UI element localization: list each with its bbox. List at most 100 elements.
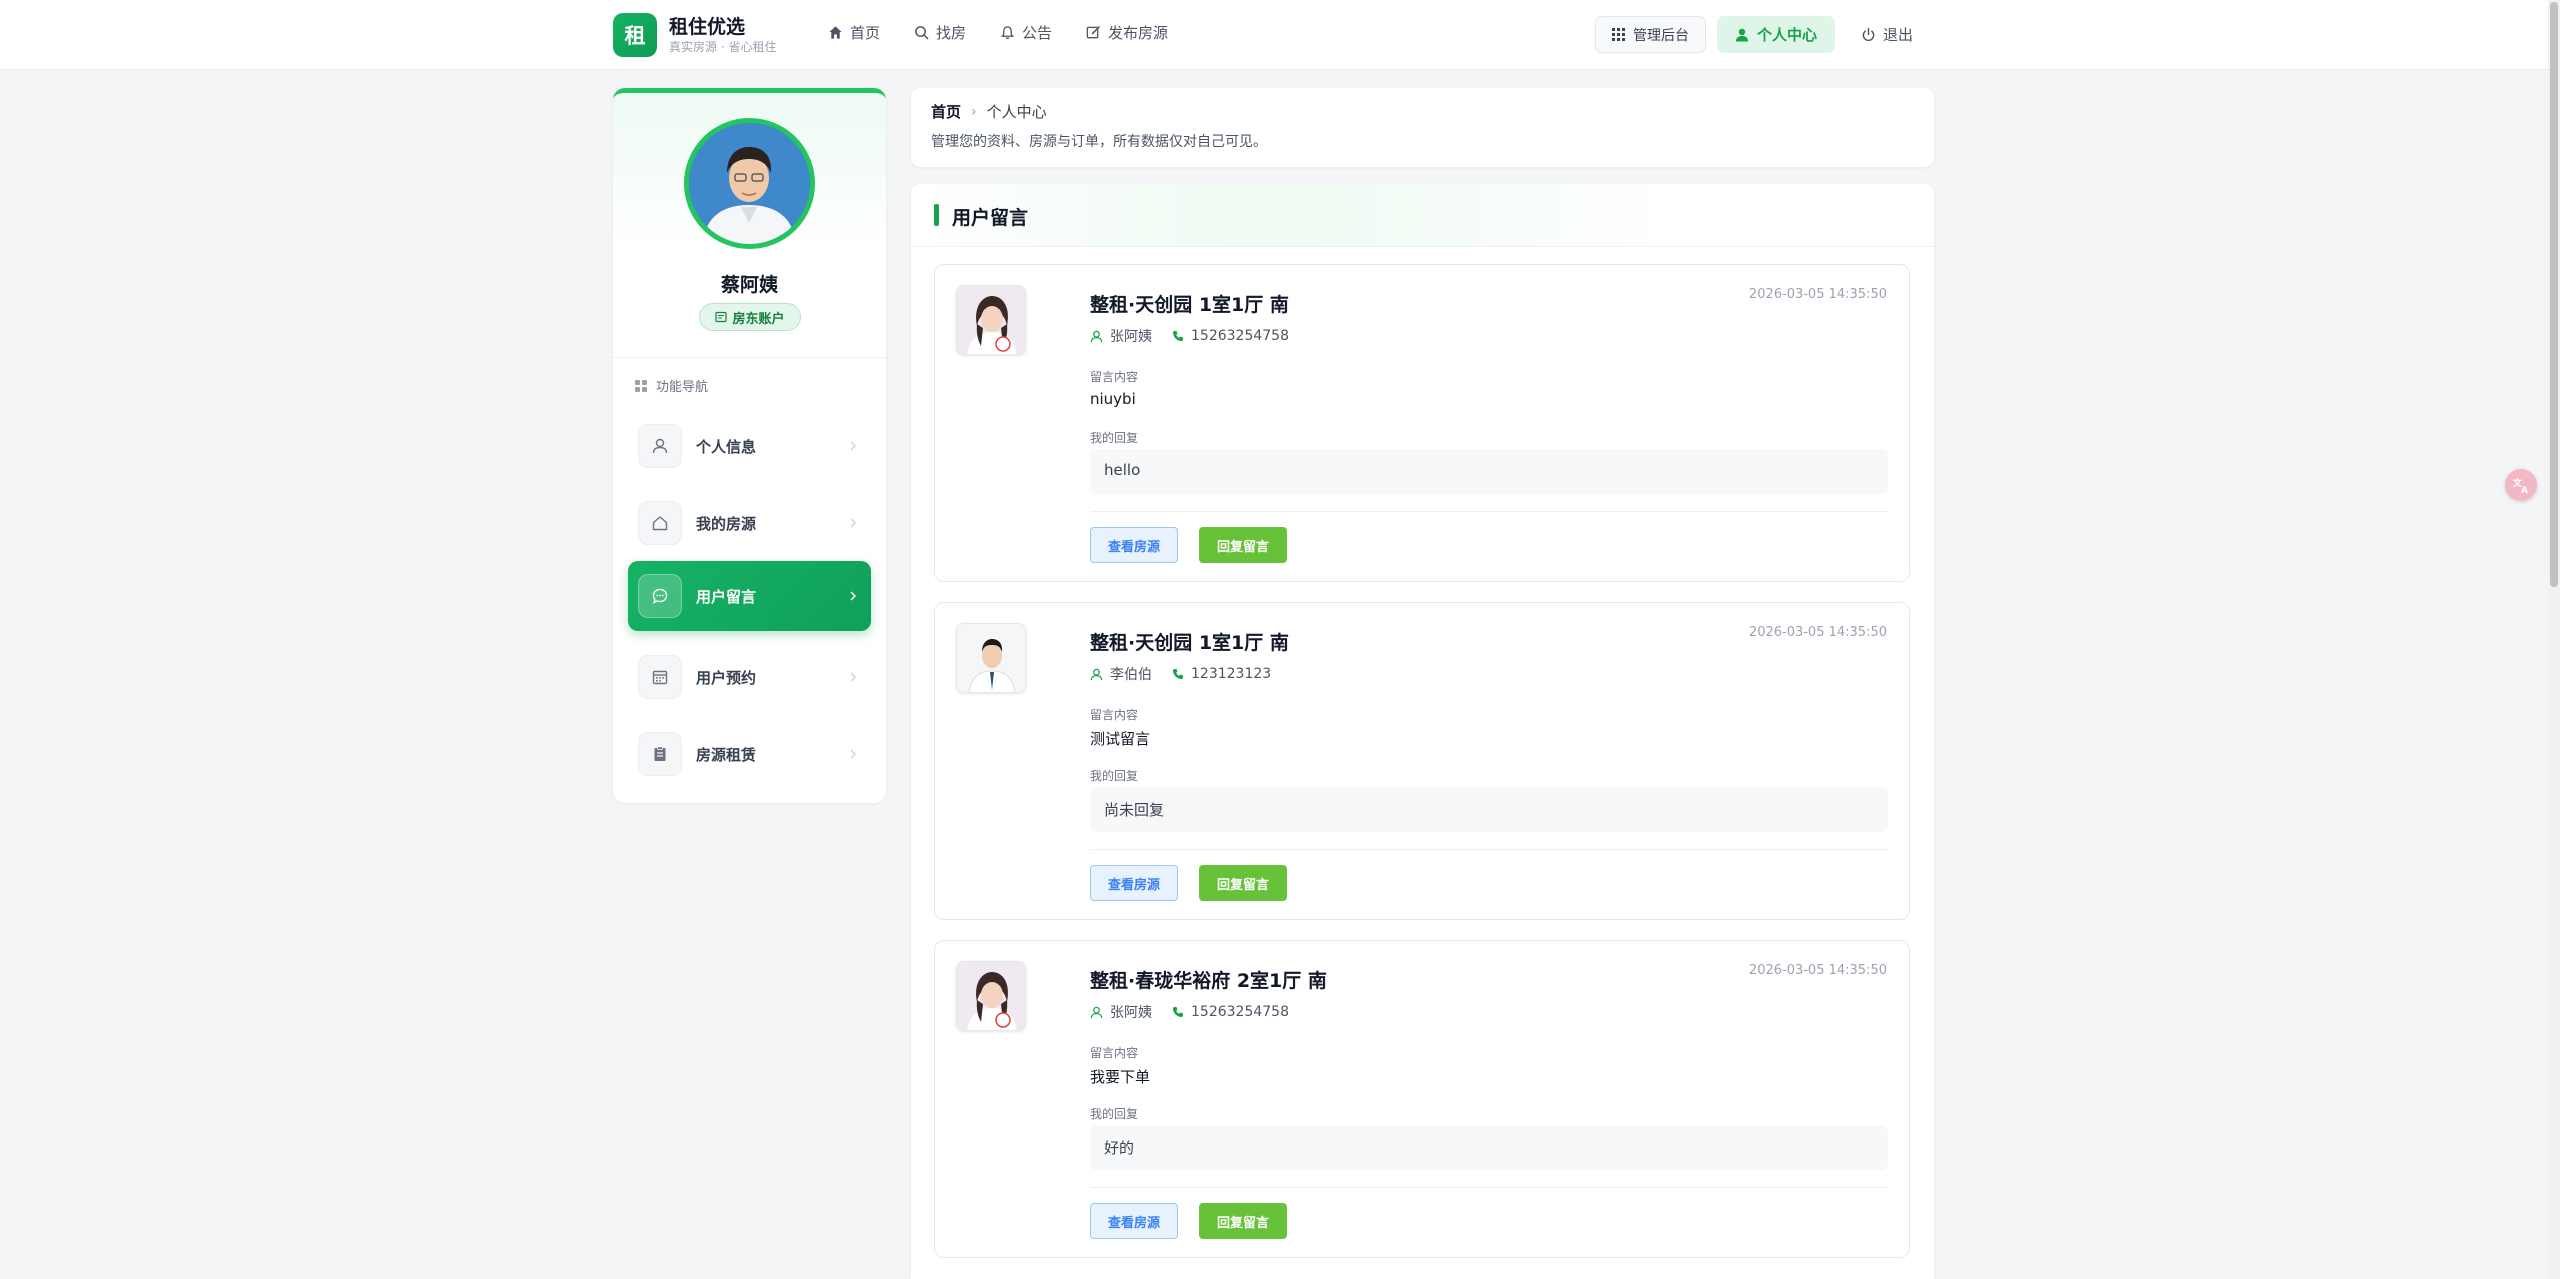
panel-title: 用户留言 [952,207,1029,229]
message-user-avatar [956,961,1026,1031]
calendar-icon [652,670,668,685]
profile-name: 蔡阿姨 [720,274,778,296]
message-time: 2026-03-05 14:35:50 [1748,625,1887,640]
message-time: 2026-03-05 14:35:50 [1748,287,1887,302]
view-house-button[interactable]: 查看房源 [1090,1203,1178,1239]
phone-icon [1173,1007,1183,1017]
user-icon [1736,28,1748,41]
breadcrumb-home[interactable]: 首页 [931,101,961,122]
message-user-name: 李伯伯 [1110,667,1152,683]
profile-avatar [684,118,815,249]
message-content-label: 留言内容 [1090,370,1139,384]
brand[interactable]: 租 租住优选 真实房源 · 省心租住 [613,13,776,57]
translate-icon: 文A [2512,477,2528,495]
message-content-label: 留言内容 [1090,708,1139,722]
role-badge: 房东账户 [699,303,801,331]
brand-name: 租住优选 [669,16,746,38]
chevron-right-icon [850,749,857,759]
logout-label: 退出 [1883,26,1914,44]
menu-title: 功能导航 [635,376,708,395]
message-icon [652,588,668,604]
bell-icon [1001,26,1014,40]
id-card-icon [715,311,728,323]
sidebar-item-appointments[interactable]: 用户预约 [628,642,871,712]
nav-home[interactable]: 首页 [828,22,880,43]
my-reply-box: hello [1090,449,1888,494]
view-house-button[interactable]: 查看房源 [1090,865,1178,901]
panel-header: 用户留言 [911,184,1934,247]
sidebar-item-label: 我的房源 [696,514,757,533]
reply-message-button[interactable]: 回复留言 [1199,1203,1287,1239]
main-nav: 首页 找房 公告 发布房源 [828,22,1202,43]
message-card: 整租·春珑华裕府 2室1厅 南 2026-03-05 14:35:50 张阿姨 … [934,940,1910,1258]
home-icon [829,26,842,39]
message-card: 整租·天创园 1室1厅 南 2026-03-05 14:35:50 张阿姨 15… [934,264,1910,582]
message-user-phone: 15263254758 [1191,1004,1289,1020]
nav-home-label: 首页 [850,24,881,42]
grid-icon [1612,28,1625,41]
breadcrumb-separator: › [971,103,977,120]
my-reply-box: 好的 [1090,1125,1888,1170]
message-user-avatar [956,623,1026,693]
admin-button[interactable]: 管理后台 [1595,16,1706,53]
svg-text:A: A [2521,486,2528,495]
chevron-right-icon [850,518,857,528]
message-user-avatar [956,285,1026,355]
message-house-title: 整租·天创园 1室1厅 南 [1090,294,1289,316]
sidebar-item-my-houses[interactable]: 我的房源 [628,488,871,558]
messages-panel: 用户留言 整租·天创园 1室1厅 南 2026-03-05 14:35:50 张… [911,184,1934,1279]
message-user-name: 张阿姨 [1110,329,1152,345]
translate-float-button[interactable]: 文A [2505,469,2537,501]
message-content: 我要下单 [1090,1068,1151,1086]
sidebar-item-profile-info[interactable]: 个人信息 [628,411,871,481]
admin-button-label: 管理后台 [1633,27,1689,44]
message-meta: 张阿姨 15263254758 [1090,1002,1289,1022]
brand-tagline: 真实房源 · 省心租住 [669,40,777,54]
nav-publish[interactable]: 发布房源 [1086,22,1168,43]
divider [1090,1187,1888,1188]
chevron-right-icon [850,591,857,601]
message-meta: 李伯伯 123123123 [1090,664,1271,684]
message-house-title: 整租·春珑华裕府 2室1厅 南 [1090,970,1327,992]
sidebar-item-label: 用户留言 [696,587,757,606]
view-house-button[interactable]: 查看房源 [1090,527,1178,563]
edit-icon [1086,26,1100,39]
scrollbar-thumb[interactable] [2550,2,2558,587]
divider [1090,849,1888,850]
page-description: 管理您的资料、房源与订单，所有数据仅对自己可见。 [931,134,1267,150]
user-center-label: 个人中心 [1757,26,1818,44]
menu-title-label: 功能导航 [656,380,709,395]
reply-message-button[interactable]: 回复留言 [1199,865,1287,901]
logout-button[interactable]: 退出 [1861,24,1913,45]
house-icon [652,516,668,531]
message-content-label: 留言内容 [1090,1046,1139,1060]
nav-announcements[interactable]: 公告 [1000,22,1052,43]
breadcrumb-current: 个人中心 [986,103,1047,121]
user-icon [1090,1006,1103,1018]
nav-announcements-label: 公告 [1022,24,1053,42]
my-reply-box: 尚未回复 [1090,787,1888,832]
breadcrumb: 首页 › 个人中心 [931,101,1047,122]
breadcrumb-card: 首页 › 个人中心 管理您的资料、房源与订单，所有数据仅对自己可见。 [911,88,1934,167]
message-content: 测试留言 [1090,730,1151,748]
reply-message-button[interactable]: 回复留言 [1199,527,1287,563]
my-reply-label: 我的回复 [1090,769,1139,783]
sidebar-item-label: 房源租赁 [696,745,757,764]
sidebar-item-label: 用户预约 [696,668,757,687]
sidebar-item-messages[interactable]: 用户留言 [628,561,871,631]
message-card: 整租·天创园 1室1厅 南 2026-03-05 14:35:50 李伯伯 12… [934,602,1910,920]
page-scrollbar[interactable] [2548,0,2560,1279]
message-house-title: 整租·天创园 1室1厅 南 [1090,632,1289,654]
top-navbar: 租 租住优选 真实房源 · 省心租住 首页 找房 公告 发布房源 管理后台 个人… [0,0,2548,70]
power-icon [1862,27,1875,42]
user-center-button[interactable]: 个人中心 [1717,16,1836,53]
phone-icon [1173,669,1183,679]
sidebar-item-rentals[interactable]: 房源租赁 [628,719,871,789]
brand-logo: 租 [613,13,657,57]
role-badge-label: 房东账户 [732,311,785,327]
phone-icon [1173,331,1183,341]
profile-sidebar: 蔡阿姨 房东账户 功能导航 个人信息 我的房源 用户留言 用户预约 房源租赁 [613,88,886,803]
divider [1090,511,1888,512]
nav-find-house[interactable]: 找房 [914,22,966,43]
chevron-right-icon [850,672,857,682]
